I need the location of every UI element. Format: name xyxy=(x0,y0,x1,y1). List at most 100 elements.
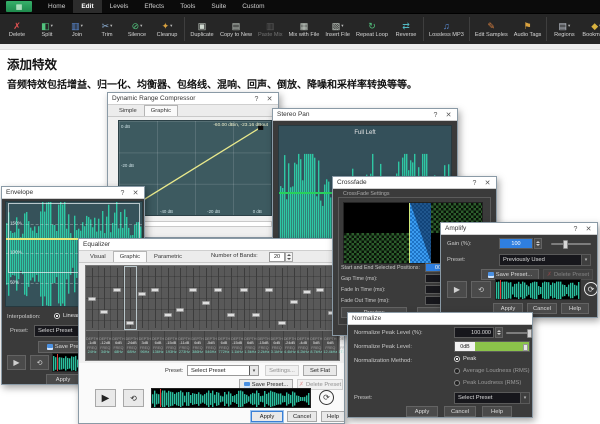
help-button[interactable]: ? xyxy=(429,109,442,121)
eq-band-slider[interactable] xyxy=(138,292,146,296)
eq-band-slider[interactable] xyxy=(202,301,210,305)
cancel-button[interactable]: Cancel xyxy=(444,406,476,417)
ribbon-tab[interactable]: Suite xyxy=(203,0,234,13)
preview-loop-button[interactable]: ⟲ xyxy=(30,355,49,370)
gain-slider-track[interactable] xyxy=(551,243,591,245)
eq-band-slider[interactable] xyxy=(100,310,108,314)
help-button[interactable]: Help xyxy=(561,303,589,314)
drc-tab[interactable]: Graphic xyxy=(144,105,178,116)
eq-band-slider[interactable] xyxy=(227,313,235,317)
method-radio[interactable]: Average Loudness (RMS) xyxy=(454,368,530,374)
toolbar-button[interactable]: ▤ Copy to New xyxy=(217,15,255,44)
eq-band-slider[interactable] xyxy=(164,313,172,317)
toolbar-button[interactable]: ✗ Delete xyxy=(2,15,32,44)
toolbar-button[interactable]: ◆ ▾ Bookmarks xyxy=(579,15,600,44)
peak-percent-spinner[interactable] xyxy=(495,327,503,338)
toolbar-button[interactable]: ▦ Mix with File xyxy=(286,15,323,44)
eq-band-slider[interactable] xyxy=(113,288,121,292)
method-radio[interactable]: Peak Loudness (RMS) xyxy=(454,380,521,386)
app-menu-button[interactable]: ▦ xyxy=(6,1,32,12)
eq-band-slider[interactable] xyxy=(176,308,184,312)
help-button[interactable]: Help xyxy=(482,406,512,417)
help-button[interactable]: ? xyxy=(250,93,263,105)
close-button[interactable]: ✕ xyxy=(481,177,494,189)
toolbar-button[interactable]: ▣ Duplicate xyxy=(187,15,217,44)
refresh-circle-icon[interactable]: ⟳ xyxy=(319,390,334,405)
help-button[interactable]: ? xyxy=(116,187,129,199)
preview-play-button[interactable]: ▶ xyxy=(95,389,116,407)
eq-band-slider[interactable] xyxy=(265,288,273,292)
preview-loop-button[interactable]: ⟲ xyxy=(471,281,491,298)
peak-percent-input[interactable]: 100.000 xyxy=(454,327,494,338)
ribbon-tab[interactable]: Levels xyxy=(102,0,137,13)
apply-button[interactable]: Apply xyxy=(406,406,438,417)
toolbar-button[interactable]: ▤ ▾ Regions xyxy=(549,15,579,44)
preset-select[interactable]: Select Preset ▾ xyxy=(454,392,530,404)
apply-button[interactable]: Apply xyxy=(46,374,80,385)
close-button[interactable]: ✕ xyxy=(129,187,142,199)
settings-button[interactable]: Settings... xyxy=(265,365,299,376)
eq-band-slider[interactable] xyxy=(240,288,248,292)
eq-band-slider[interactable] xyxy=(126,321,134,325)
preset-select[interactable]: Select Preset ▾ xyxy=(187,365,259,376)
ribbon-tab[interactable]: Home xyxy=(40,0,73,13)
toolbar-button[interactable]: ▧ ▾ Insert File xyxy=(322,15,353,44)
method-radio[interactable]: Peak xyxy=(454,356,476,362)
crossfade-overlap-band[interactable] xyxy=(409,203,431,263)
preview-loop-button[interactable]: ⟲ xyxy=(123,389,144,407)
preview-play-button[interactable]: ▶ xyxy=(447,281,467,298)
peak-slider-track[interactable] xyxy=(506,332,530,334)
help-button[interactable]: ? xyxy=(569,223,582,235)
toolbar-button[interactable]: ✂ ▾ Trim xyxy=(92,15,122,44)
help-button[interactable]: Help xyxy=(321,411,345,422)
toolbar-button[interactable]: ♫ Lossless MP3 xyxy=(426,15,467,44)
gain-spinner[interactable] xyxy=(534,238,542,249)
eq-band-slider[interactable] xyxy=(316,288,324,292)
refresh-circle-icon[interactable]: ⟳ xyxy=(584,282,598,296)
number-of-bands-input[interactable]: 20 xyxy=(269,252,285,262)
dialog-titlebar[interactable]: Equalizer xyxy=(79,239,344,251)
apply-button[interactable]: Apply xyxy=(251,411,283,422)
ribbon-tab[interactable]: Effects xyxy=(136,0,172,13)
toolbar-button[interactable]: ✎ Edit Samples xyxy=(472,15,511,44)
toolbar-button[interactable]: ▥ ▾ Join xyxy=(62,15,92,44)
peak-level-gauge[interactable]: 0dB xyxy=(454,341,530,352)
toolbar-button[interactable]: ✦ ▾ Cleanup xyxy=(152,15,182,44)
toolbar-button[interactable]: ⊘ ▾ Silence xyxy=(122,15,152,44)
drc-tab[interactable]: Simple xyxy=(112,105,144,116)
gain-input[interactable]: 100 xyxy=(499,238,533,249)
close-button[interactable]: ✕ xyxy=(582,223,595,235)
eq-band-slider[interactable] xyxy=(214,288,222,292)
number-of-bands-spinner[interactable] xyxy=(285,252,293,262)
toolbar-button[interactable]: ↻ Repeat Loop xyxy=(353,15,391,44)
toolbar-button[interactable]: ⇄ Reverse xyxy=(391,15,421,44)
preset-select[interactable]: Previously Used ▾ xyxy=(499,254,591,266)
preview-play-button[interactable]: ▶ xyxy=(7,355,26,370)
eq-band-slider[interactable] xyxy=(151,288,159,292)
toolbar-separator xyxy=(423,17,424,41)
eq-band-slider[interactable] xyxy=(252,313,260,317)
toolbar-button[interactable]: ◧ ▾ Split xyxy=(32,15,62,44)
close-button[interactable]: ✕ xyxy=(442,109,455,121)
eq-band-slider[interactable] xyxy=(290,300,298,304)
gain-slider-thumb[interactable] xyxy=(563,240,568,249)
ribbon-tab[interactable]: Tools xyxy=(172,0,203,13)
cancel-button[interactable]: Cancel xyxy=(287,411,317,422)
equalizer-tab[interactable]: Graphic xyxy=(113,251,147,262)
equalizer-tab[interactable]: Parametric xyxy=(147,251,189,262)
interpolation-radio[interactable]: Linear xyxy=(54,313,79,319)
ribbon-tab[interactable]: Edit xyxy=(73,0,101,13)
equalizer-tab[interactable]: Visual xyxy=(83,251,113,262)
set-flat-button[interactable]: Set Flat xyxy=(303,365,337,376)
help-button[interactable]: ? xyxy=(468,177,481,189)
dialog-titlebar[interactable]: Normalize xyxy=(348,313,532,325)
eq-band-slider[interactable] xyxy=(88,297,96,301)
peak-slider-thumb[interactable] xyxy=(527,329,532,338)
toolbar-button[interactable]: ▥ Paste Mix xyxy=(255,15,286,44)
toolbar-button[interactable]: ⚑ Audio Tags xyxy=(511,15,545,44)
eq-band-slider[interactable] xyxy=(278,321,286,325)
eq-band-slider[interactable] xyxy=(303,290,311,294)
eq-band-slider[interactable] xyxy=(189,288,197,292)
ribbon-tab[interactable]: Custom xyxy=(234,0,272,13)
close-button[interactable]: ✕ xyxy=(263,93,276,105)
